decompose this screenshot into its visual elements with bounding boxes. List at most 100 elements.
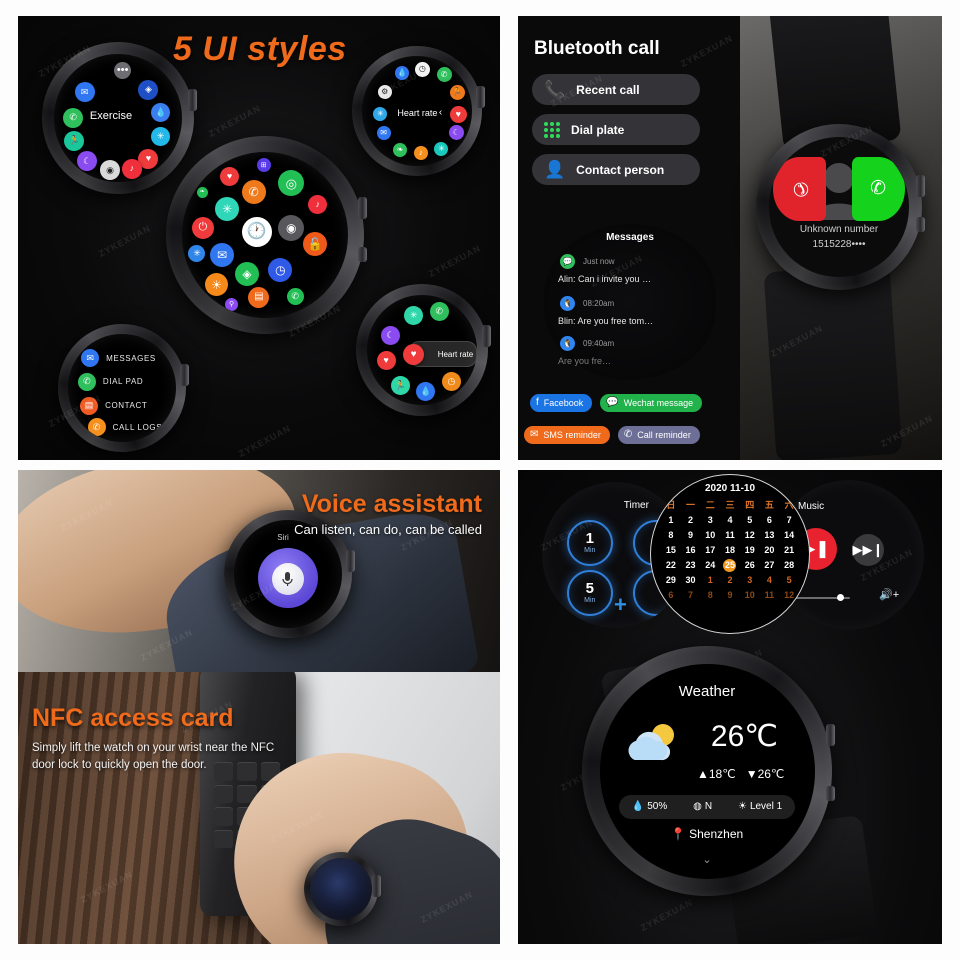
clock-icon[interactable]: 🕐: [241, 216, 272, 247]
menu-item-recent-call[interactable]: 📞 Recent call: [532, 74, 700, 105]
volume-slider-knob[interactable]: [837, 594, 844, 601]
fan-icon[interactable]: ✳: [434, 141, 449, 156]
menu-item-dial-plate[interactable]: Dial plate: [532, 114, 700, 145]
music-icon[interactable]: ♪: [413, 145, 428, 160]
calendar-day[interactable]: 22: [661, 559, 681, 572]
calendar-day[interactable]: 13: [760, 529, 780, 542]
calendar-day[interactable]: 9: [681, 529, 701, 542]
phone-call-icon[interactable]: ✆: [241, 180, 266, 205]
mail-icon[interactable]: ✉: [376, 126, 391, 141]
compass-icon[interactable]: ◈: [235, 261, 260, 286]
pin-icon[interactable]: ⚲: [225, 298, 239, 312]
mail-icon[interactable]: ✉: [210, 243, 235, 268]
run-icon[interactable]: 🏃: [390, 375, 410, 395]
watch-crown[interactable]: [372, 874, 381, 897]
calendar-day[interactable]: 7: [779, 514, 799, 527]
heart-icon[interactable]: ♥: [220, 166, 240, 186]
music-icon[interactable]: ♪: [121, 158, 142, 179]
watch-crown[interactable]: [482, 324, 491, 347]
calendar-day[interactable]: 21: [779, 544, 799, 557]
contacts-icon[interactable]: ▤: [248, 286, 270, 308]
calendar-day[interactable]: 1: [661, 514, 681, 527]
watch-button[interactable]: [826, 786, 835, 801]
run-icon[interactable]: 🏃: [449, 84, 465, 100]
calendar-day[interactable]: 11: [760, 589, 780, 602]
unlock-icon[interactable]: 🔓: [303, 231, 328, 256]
calendar-day[interactable]: 14: [779, 529, 799, 542]
phone-icon[interactable]: ✆: [63, 107, 84, 128]
stopwatch-icon[interactable]: ◷: [414, 61, 430, 77]
watch-button[interactable]: [916, 216, 925, 232]
volume-up-icon[interactable]: 🔊+: [879, 588, 899, 601]
tag-sms-reminder[interactable]: ✉ SMS reminder: [524, 426, 610, 444]
calendar-day[interactable]: 4: [720, 514, 740, 527]
ellipsis-icon[interactable]: •••: [114, 61, 132, 79]
compass-icon[interactable]: ◈: [138, 79, 159, 100]
calendar-day[interactable]: 23: [681, 559, 701, 572]
watch-crown[interactable]: [476, 86, 485, 109]
leaf-icon[interactable]: ❧: [392, 142, 407, 157]
list-item[interactable]: ✉ MESSAGES: [81, 349, 156, 368]
mail-icon[interactable]: ✉: [74, 82, 95, 103]
calendar-day[interactable]: 1: [700, 574, 720, 587]
calendar-day[interactable]: 3: [700, 514, 720, 527]
calendar-day[interactable]: 28: [779, 559, 799, 572]
calendar-day[interactable]: 8: [661, 529, 681, 542]
fan-icon[interactable]: ✳: [188, 244, 206, 262]
calendar-day[interactable]: 12: [779, 589, 799, 602]
calendar-day[interactable]: 17: [700, 544, 720, 557]
phone-icon[interactable]: ✆: [429, 302, 449, 322]
calendar-day[interactable]: 12: [740, 529, 760, 542]
calendar-day[interactable]: 24: [700, 559, 720, 572]
list-item[interactable]: ✆ CALL LOGS: [87, 418, 163, 437]
run-icon[interactable]: 🏃: [64, 130, 85, 151]
calendar-day[interactable]: 2: [681, 514, 701, 527]
calendar-day[interactable]: 11: [720, 529, 740, 542]
water-drop-icon[interactable]: 💧: [151, 102, 171, 122]
moon-icon[interactable]: ☾: [448, 125, 464, 141]
calendar-day[interactable]: 3: [740, 574, 760, 587]
calendar-day[interactable]: 16: [681, 544, 701, 557]
calendar-day[interactable]: 20: [760, 544, 780, 557]
plus-icon[interactable]: +: [614, 592, 627, 618]
calendar-day[interactable]: 26: [740, 559, 760, 572]
decline-call-button[interactable]: ✆: [773, 156, 827, 221]
watch-crown[interactable]: [180, 363, 189, 386]
sun-icon[interactable]: ☀: [205, 273, 229, 297]
list-item[interactable]: Blin: Are you free tom…: [558, 316, 653, 326]
settings-icon[interactable]: ⚙: [377, 84, 392, 99]
heart-icon[interactable]: ♥: [449, 105, 467, 123]
next-track-icon[interactable]: ▶▶❙: [852, 534, 884, 566]
stopwatch-icon[interactable]: ◷: [268, 258, 293, 283]
calendar-grid[interactable]: 日一二三四五六 1 2 3 4 5 6 7 8 9 10 11 12 13 14 15 16 17 18 19 20 21…: [661, 499, 799, 602]
calendar-day[interactable]: 27: [760, 559, 780, 572]
snowflake-icon[interactable]: ✳: [215, 196, 240, 221]
calendar-day[interactable]: 7: [681, 589, 701, 602]
chevron-left-icon[interactable]: ‹: [439, 107, 442, 118]
leaf-icon[interactable]: ❧: [196, 186, 208, 198]
fan-icon[interactable]: ✳: [151, 126, 171, 146]
water-drop-icon[interactable]: 💧: [395, 66, 410, 81]
calendar-day[interactable]: 25: [720, 559, 740, 572]
list-item[interactable]: ▤ CONTACT: [80, 396, 147, 415]
mint-icon[interactable]: ✳: [404, 305, 424, 325]
answer-call-button[interactable]: ✆: [851, 156, 905, 221]
tag-call-reminder[interactable]: ✆ Call reminder: [617, 426, 700, 444]
calendar-day[interactable]: 10: [700, 529, 720, 542]
calendar-day[interactable]: 8: [700, 589, 720, 602]
calendar-day[interactable]: 2: [720, 574, 740, 587]
calendar-day[interactable]: 5: [740, 514, 760, 527]
watch-crown[interactable]: [346, 549, 355, 572]
target-icon[interactable]: ◎: [278, 170, 305, 197]
watch-crown[interactable]: [826, 723, 835, 746]
heart-icon[interactable]: ♥: [376, 351, 396, 371]
watch-crown[interactable]: [188, 89, 197, 112]
calendar-day[interactable]: 6: [661, 589, 681, 602]
phone-icon[interactable]: ✆: [436, 67, 452, 83]
chevron-down-icon[interactable]: ⌄: [600, 853, 815, 866]
power-icon[interactable]: ⏻: [191, 216, 214, 239]
watch-button[interactable]: [358, 246, 367, 262]
calendar-day[interactable]: 29: [661, 574, 681, 587]
calendar-day[interactable]: 15: [661, 544, 681, 557]
calendar-day[interactable]: 9: [720, 589, 740, 602]
